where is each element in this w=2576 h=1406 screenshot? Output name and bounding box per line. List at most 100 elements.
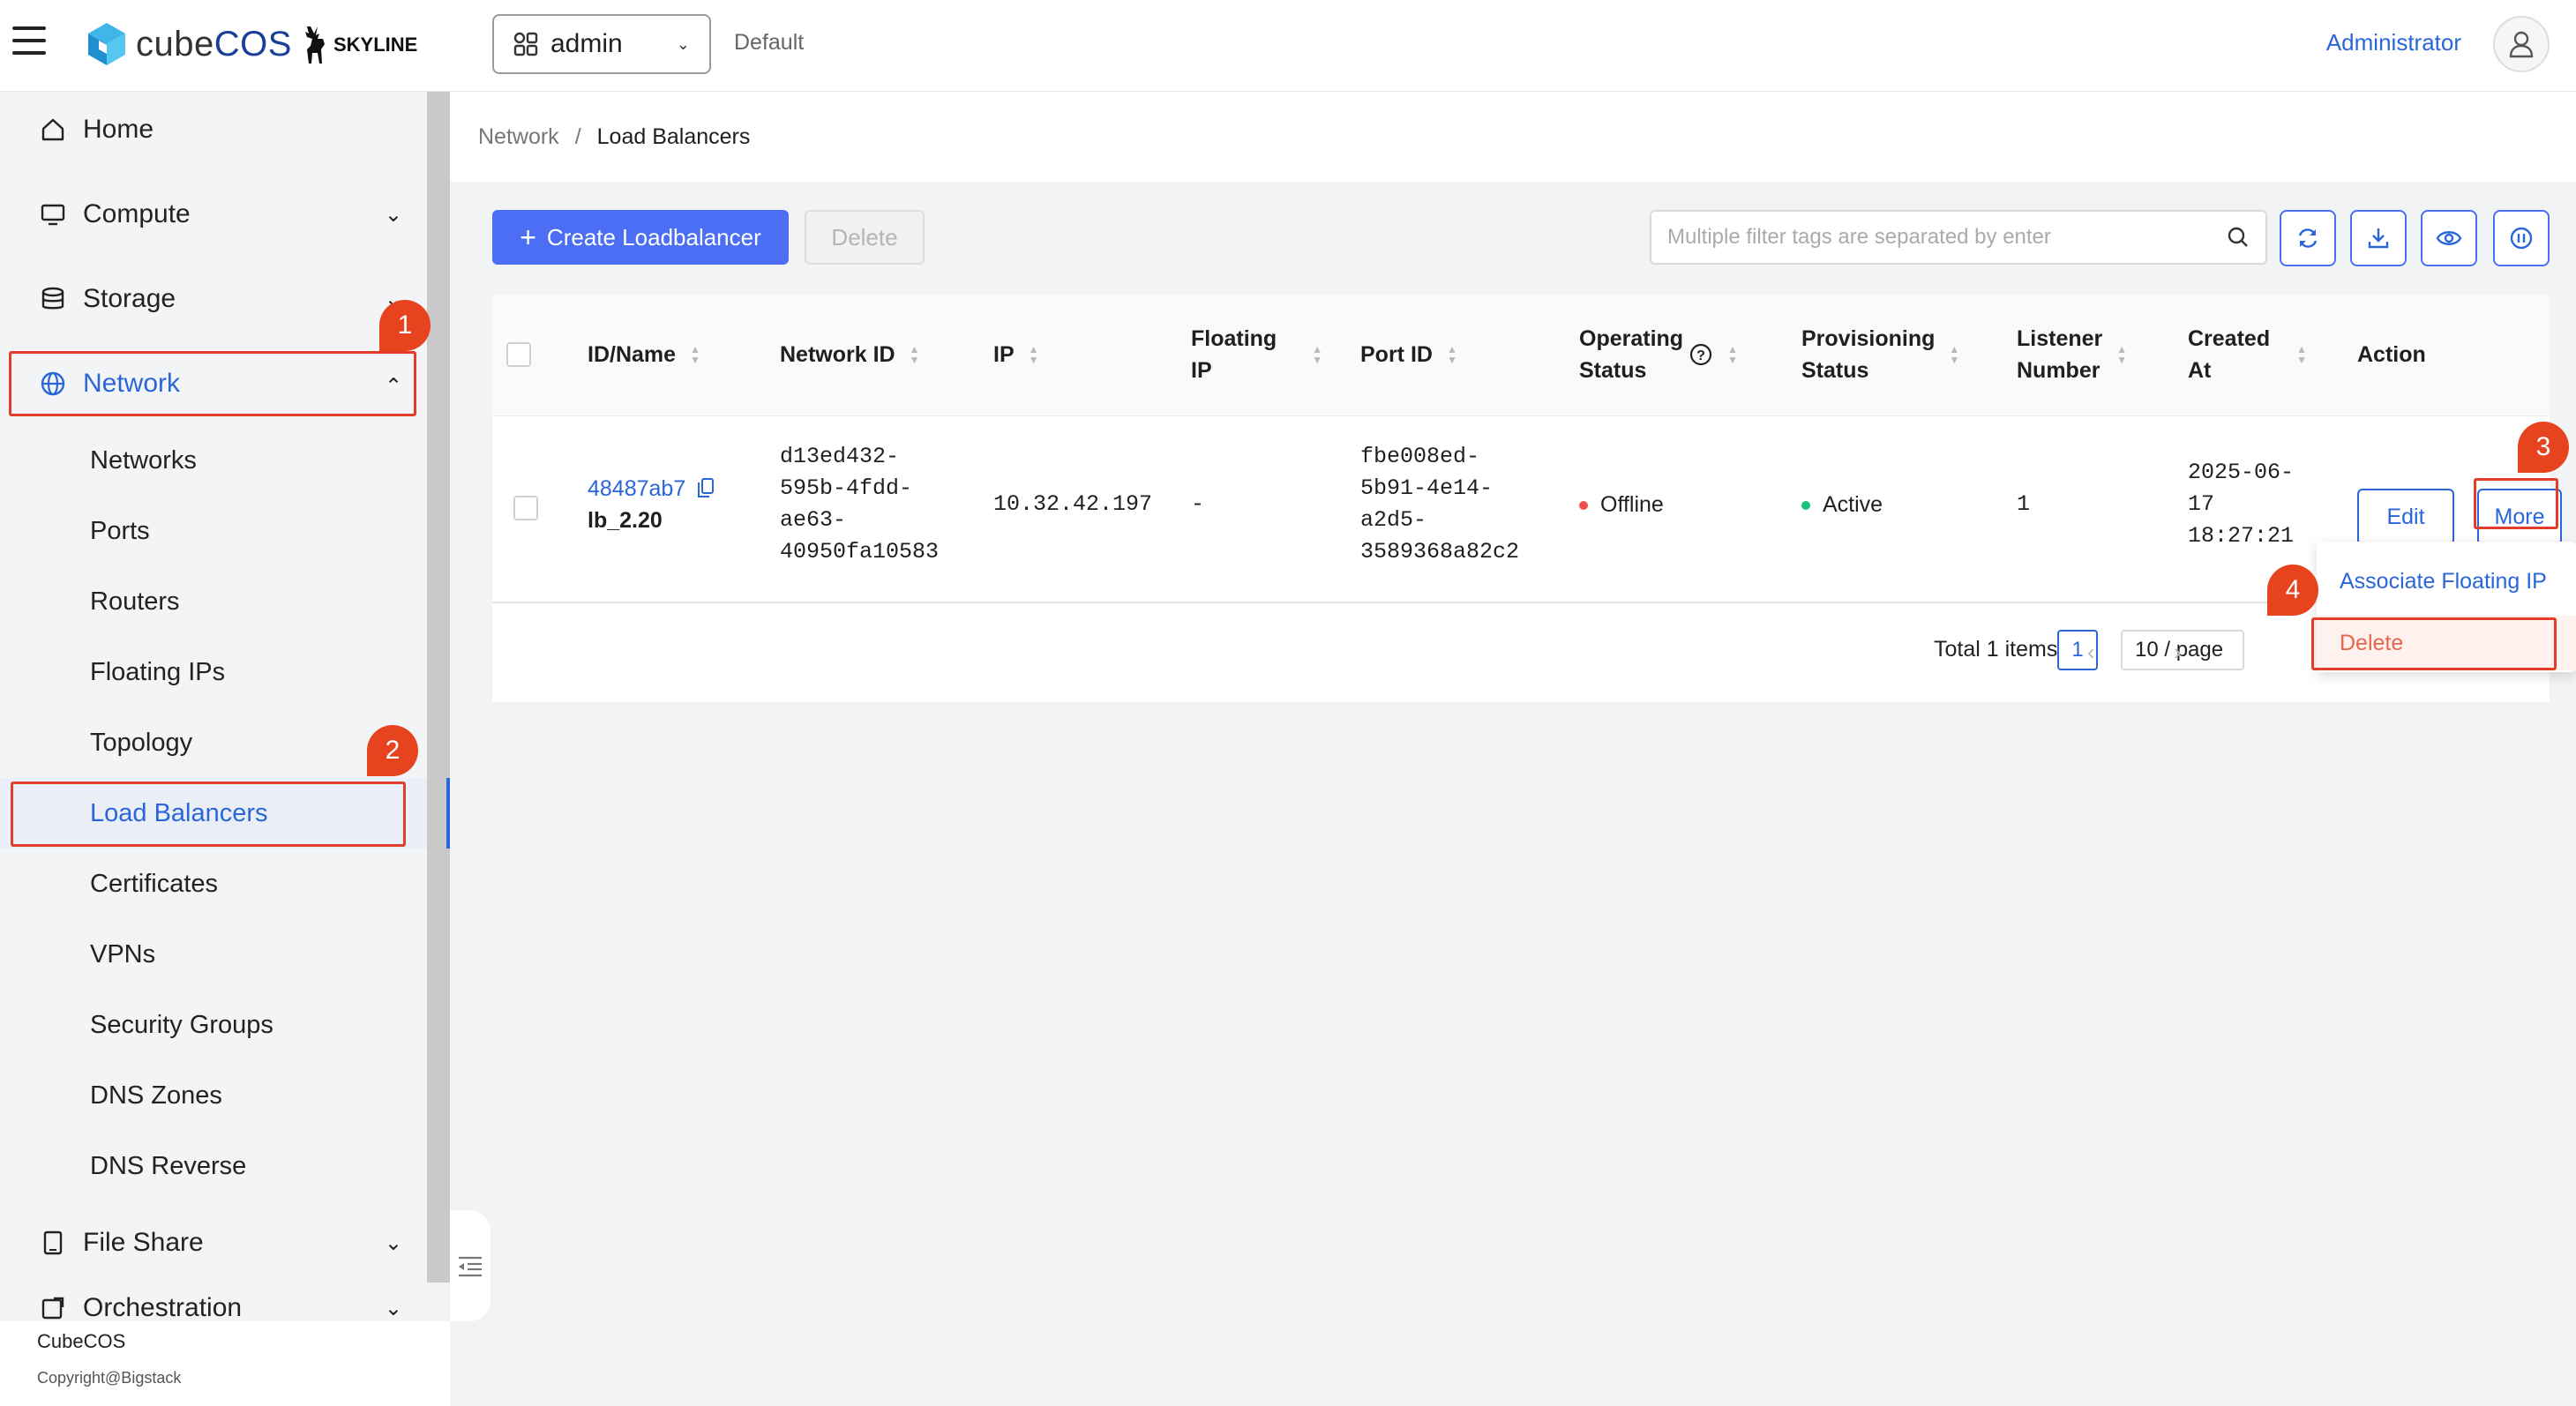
sort-icon: ▲ ▼ (2296, 343, 2307, 366)
select-all-checkbox[interactable] (506, 342, 531, 367)
more-dropdown-menu: Associate Floating IP Delete (2317, 542, 2576, 672)
cube-logo-icon (88, 23, 125, 65)
create-loadbalancer-button[interactable]: + Create Loadbalancer (492, 210, 789, 265)
sidebar-subitem-dns-zones[interactable]: DNS Zones (0, 1065, 427, 1126)
refresh-button[interactable] (2280, 210, 2336, 266)
sidebar-item-storage[interactable]: Storage ⌄ (0, 261, 427, 337)
sidebar-item-compute[interactable]: Compute ⌄ (0, 176, 427, 252)
sidebar-scrollbar[interactable] (427, 92, 450, 1283)
column-header-network-id[interactable]: Network ID ▲ ▼ (780, 339, 919, 370)
chevron-left-icon[interactable]: ‹ (2087, 639, 2095, 666)
delete-button[interactable]: Delete (805, 210, 925, 265)
sidebar-subitem-ports[interactable]: Ports (0, 500, 427, 562)
sidebar-item-file-share[interactable]: File Share ⌄ (0, 1205, 427, 1281)
column-header-ip[interactable]: IP ▲ ▼ (993, 339, 1039, 370)
breadcrumb-parent-link[interactable]: Network (478, 124, 559, 150)
cell-id-name: 48487ab7 lb_2.20 (588, 473, 715, 536)
sidebar-subitem-dns-reverse[interactable]: DNS Reverse (0, 1135, 427, 1197)
collapse-icon (459, 1256, 482, 1277)
collapse-sidebar-button[interactable] (450, 1210, 490, 1321)
avatar[interactable] (2493, 16, 2550, 72)
user-name-link[interactable]: Administrator (2326, 29, 2461, 56)
sidebar-item-label: Orchestration (83, 1293, 243, 1321)
annotation-badge-1: 1 (379, 300, 431, 351)
loadbalancer-id-link[interactable]: 48487ab7 (588, 476, 685, 501)
sidebar-subitem-certificates[interactable]: Certificates (0, 853, 427, 915)
menu-icon[interactable] (12, 26, 46, 56)
sidebar-item-orchestration[interactable]: Orchestration ⌄ (0, 1290, 427, 1321)
sidebar-subitem-topology[interactable]: Topology (0, 712, 427, 774)
svg-text:?: ? (1696, 348, 1705, 363)
download-button[interactable] (2350, 210, 2407, 266)
sidebar-subitem-floating-ips[interactable]: Floating IPs (0, 641, 427, 703)
cell-listener-number: 1 (2017, 491, 2031, 517)
sidebar-item-orchestration-clip: Orchestration ⌄ (0, 1290, 427, 1321)
annotation-badge-2: 2 (367, 725, 418, 776)
cell-created-at: 2025-06- 17 18:27:21 (2188, 460, 2295, 549)
globe-icon (39, 370, 67, 398)
chevron-down-icon: ⌄ (384, 202, 402, 227)
deer-icon (305, 26, 325, 64)
sidebar-subitem-label: Floating IPs (90, 657, 226, 686)
sidebar-subitem-routers[interactable]: Routers (0, 571, 427, 632)
app-name: cubeCOS (136, 24, 292, 64)
page-size-select[interactable]: 10 / page (2121, 630, 2244, 670)
sidebar-subitem-label: Routers (90, 587, 180, 616)
chevron-down-icon: ⌄ (384, 1296, 402, 1320)
sidebar-item-network[interactable]: Network ⌄ (0, 346, 427, 422)
sidebar-subitem-label: DNS Zones (90, 1081, 222, 1110)
help-icon[interactable]: ? (1689, 342, 1713, 367)
user-icon (2509, 31, 2534, 58)
sidebar-subitem-load-balancers[interactable]: Load Balancers (0, 778, 450, 849)
search-input[interactable] (1667, 225, 2227, 250)
eye-icon (2436, 231, 2462, 245)
refresh-icon (2298, 228, 2318, 248)
annotation-badge-3: 3 (2518, 422, 2569, 473)
sort-icon: ▲ ▼ (1312, 343, 1323, 366)
chevron-down-icon: ⌄ (384, 1230, 402, 1255)
delete-menu-item[interactable]: Delete (2317, 616, 2576, 670)
sidebar-item-label: File Share (83, 1228, 204, 1257)
project-select[interactable]: admin ⌄ (492, 14, 711, 74)
column-header-provisioning-status[interactable]: Provisioning Status ▲ ▼ (1801, 323, 1959, 386)
pause-refresh-button[interactable] (2493, 210, 2550, 266)
sidebar-subitem-security-groups[interactable]: Security Groups (0, 994, 427, 1056)
edit-button[interactable]: Edit (2357, 489, 2454, 545)
sort-icon: ▲ ▼ (909, 343, 920, 366)
sidebar-subitem-label: Ports (90, 516, 150, 545)
sidebar-subitem-label: Certificates (90, 869, 219, 898)
sidebar-item-home[interactable]: Home (0, 92, 427, 168)
footer-copyright: Copyright@Bigstack (37, 1369, 182, 1387)
monitor-icon (39, 200, 67, 228)
breadcrumb-separator: / (574, 123, 581, 149)
column-header-operating-status[interactable]: Operating Status ? ▲ ▼ (1579, 323, 1738, 386)
search-box[interactable] (1650, 210, 2267, 265)
sidebar-subitem-vpns[interactable]: VPNs (0, 924, 427, 985)
sidebar-subitem-label: VPNs (90, 939, 156, 968)
plus-icon: + (520, 221, 536, 253)
cubecos-logo[interactable]: cubeCOS (86, 19, 292, 69)
column-visibility-button[interactable] (2421, 210, 2477, 266)
column-header-created-at[interactable]: Created At ▲ ▼ (2188, 323, 2307, 386)
cell-port-id: fbe008ed- 5b91-4e14- a2d5- 3589368a82c2 (1360, 444, 1520, 565)
pause-icon (2510, 227, 2533, 250)
sidebar-subitem-networks[interactable]: Networks (0, 430, 427, 491)
create-loadbalancer-label: Create Loadbalancer (546, 223, 761, 251)
associate-floating-ip-menu-item[interactable]: Associate Floating IP (2317, 554, 2576, 609)
sidebar-subitem-label: Security Groups (90, 1010, 273, 1039)
domain-label: Default (734, 30, 805, 55)
column-header-id-name[interactable]: ID/Name ▲ ▼ (588, 339, 700, 370)
more-button[interactable]: More (2477, 489, 2562, 545)
cell-floating-ip: - (1191, 491, 1205, 517)
search-icon[interactable] (2227, 226, 2250, 249)
breadcrumb: Network / Load Balancers (450, 92, 2576, 182)
column-header-listener-number[interactable]: Listener Number ▲ ▼ (2017, 323, 2127, 386)
column-header-port-id[interactable]: Port ID ▲ ▼ (1360, 339, 1457, 370)
chevron-right-icon[interactable]: › (2174, 639, 2182, 666)
copy-icon[interactable] (697, 477, 715, 498)
database-icon (39, 285, 67, 313)
footer-brand: CubeCOS (37, 1330, 126, 1352)
sidebar-item-label: Compute (83, 199, 191, 228)
column-header-floating-ip[interactable]: Floating IP ▲ ▼ (1191, 323, 1322, 386)
row-checkbox[interactable] (513, 496, 538, 520)
